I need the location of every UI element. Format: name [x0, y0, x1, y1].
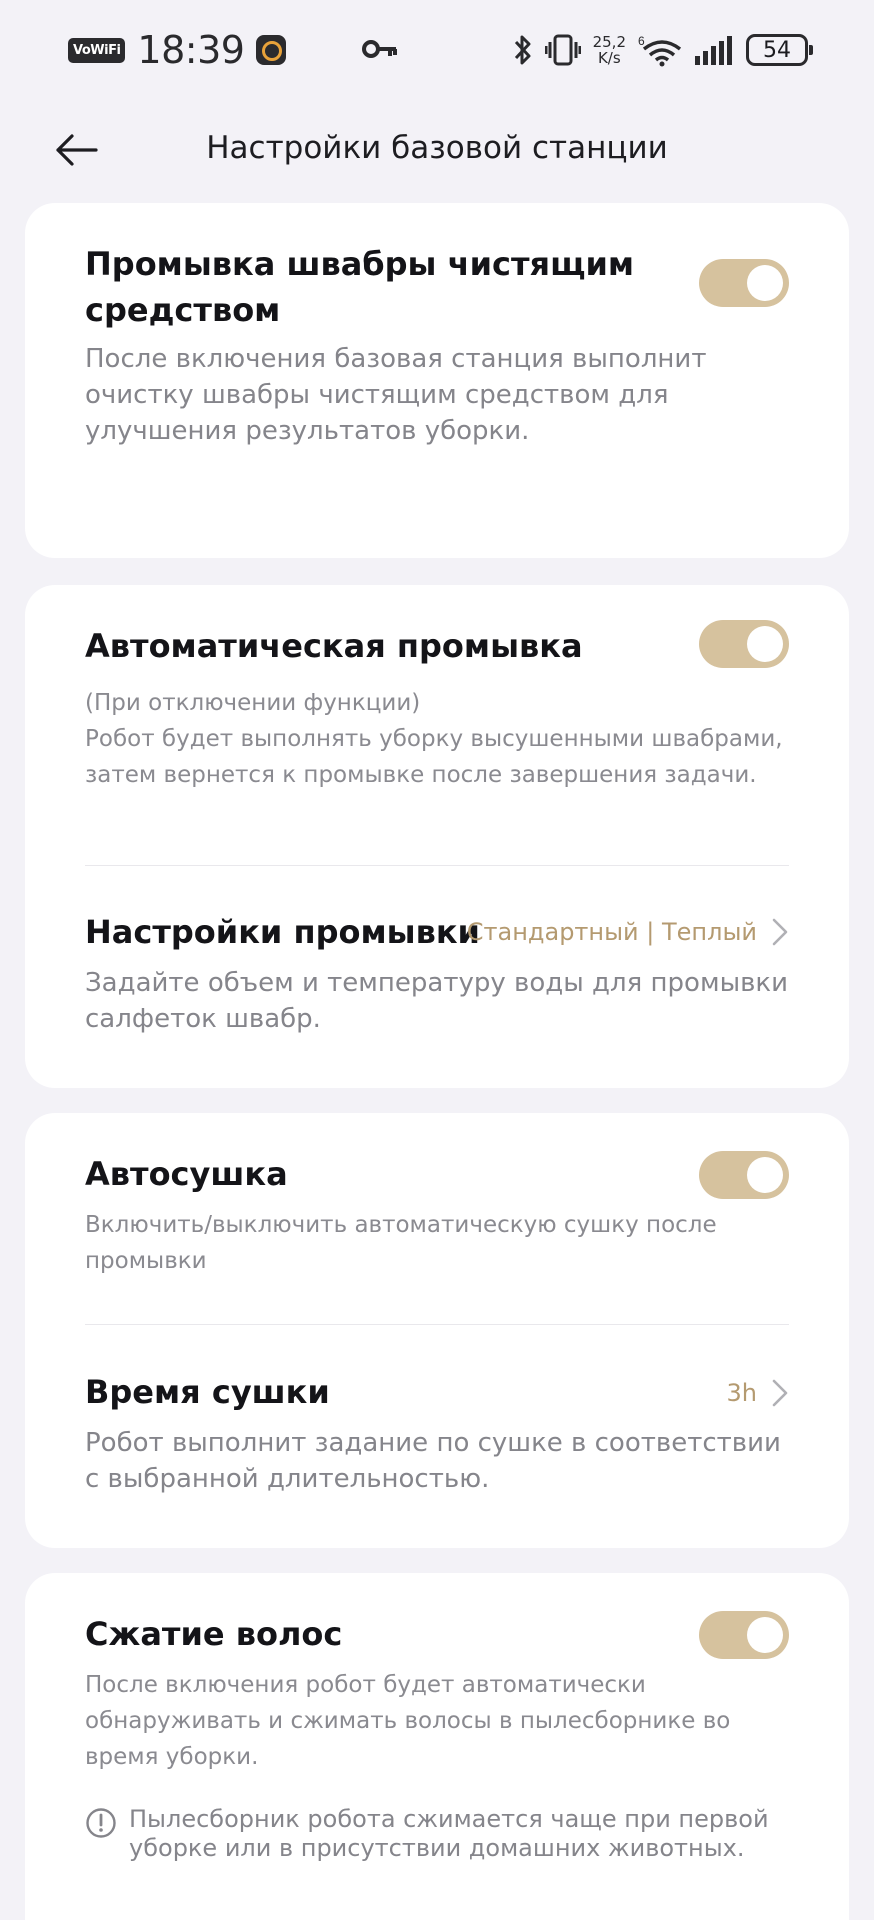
- dry-time-value[interactable]: 3h: [727, 1378, 789, 1408]
- auto-dry-toggle[interactable]: [699, 1151, 789, 1199]
- card-hair-compression: Сжатие волос После включения робот будет…: [25, 1573, 849, 1920]
- divider: [85, 865, 789, 866]
- setting-description: После включения базовая станция выполнит…: [85, 344, 707, 446]
- divider: [85, 1324, 789, 1325]
- auto-wash-toggle[interactable]: [699, 620, 789, 668]
- setting-description: Робот будет выполнять уборку высушенными…: [85, 726, 783, 788]
- info-icon: [86, 1808, 116, 1838]
- network-speed: 25,2 K/s: [593, 34, 626, 66]
- setting-title: Автосушка: [85, 1155, 288, 1193]
- app-notification-icon: [256, 35, 287, 65]
- setting-description: После включения робот будет автоматическ…: [85, 1672, 731, 1770]
- chevron-right-icon: [772, 1379, 788, 1407]
- key-icon: [362, 40, 397, 58]
- signal-icon: [695, 36, 732, 65]
- toggle-knob: [747, 265, 783, 301]
- battery-level: 54: [763, 37, 791, 63]
- setting-auto-wash: Автоматическая промывка (При отключении …: [85, 623, 789, 793]
- toggle-knob: [747, 626, 783, 662]
- svg-text:6: 6: [638, 34, 645, 48]
- status-bar: VoWiFi 18:39 25,2 K/s 6 54: [0, 0, 874, 100]
- info-note-text: Пылесборник робота сжимается чаще при пе…: [129, 1805, 769, 1862]
- setting-hair-compression: Сжатие волос После включения робот будет…: [85, 1611, 789, 1775]
- card-wash: Автоматическая промывка (При отключении …: [25, 585, 849, 1088]
- setting-dry-time[interactable]: Время сушки Робот выполнит задание по су…: [85, 1369, 789, 1497]
- clock: 18:39: [137, 28, 245, 72]
- setting-description: Задайте объем и температуру воды для про…: [85, 968, 789, 1034]
- setting-auto-dry: Автосушка Включить/выключить автоматичес…: [85, 1151, 789, 1279]
- setting-value: 3h: [726, 1379, 757, 1407]
- page-title: Настройки базовой станции: [206, 130, 668, 166]
- wifi-6-icon: 6: [638, 34, 682, 67]
- battery-icon: 54: [746, 34, 813, 66]
- toggle-knob: [747, 1157, 783, 1193]
- setting-description: Включить/выключить автоматическую сушку …: [85, 1212, 717, 1274]
- bluetooth-icon: [514, 35, 531, 65]
- setting-title: Промывка швабры чистящим средством: [85, 245, 635, 329]
- card-detergent-wash: Промывка швабры чистящим средством После…: [25, 203, 849, 558]
- status-bar-left: VoWiFi 18:39: [68, 28, 287, 72]
- wash-settings-value[interactable]: Стандартный | Теплый: [467, 917, 789, 947]
- detergent-wash-toggle[interactable]: [699, 259, 789, 307]
- setting-value: Стандартный | Теплый: [466, 918, 757, 946]
- network-speed-value: 25,2: [592, 33, 626, 51]
- setting-title: Время сушки: [85, 1373, 330, 1411]
- setting-title: Сжатие волос: [85, 1615, 343, 1653]
- setting-description: Робот выполнит задание по сушке в соотве…: [85, 1428, 781, 1494]
- toggle-knob: [747, 1617, 783, 1653]
- top-app-bar: Настройки базовой станции: [0, 110, 874, 190]
- status-bar-right: 25,2 K/s 6 54: [513, 26, 813, 74]
- vibrate-icon: [544, 34, 581, 66]
- setting-title: Автоматическая промывка: [85, 627, 583, 665]
- vowifi-badge: VoWiFi: [68, 37, 126, 63]
- info-note: Пылесборник робота сжимается чаще при пе…: [85, 1805, 789, 1863]
- chevron-right-icon: [772, 918, 788, 946]
- card-drying: Автосушка Включить/выключить автоматичес…: [25, 1113, 849, 1548]
- setting-detergent-wash: Промывка швабры чистящим средством После…: [85, 241, 706, 449]
- network-speed-unit: K/s: [597, 49, 621, 67]
- setting-description-note: (При отключении функции): [85, 690, 421, 716]
- hair-compression-toggle[interactable]: [699, 1611, 789, 1659]
